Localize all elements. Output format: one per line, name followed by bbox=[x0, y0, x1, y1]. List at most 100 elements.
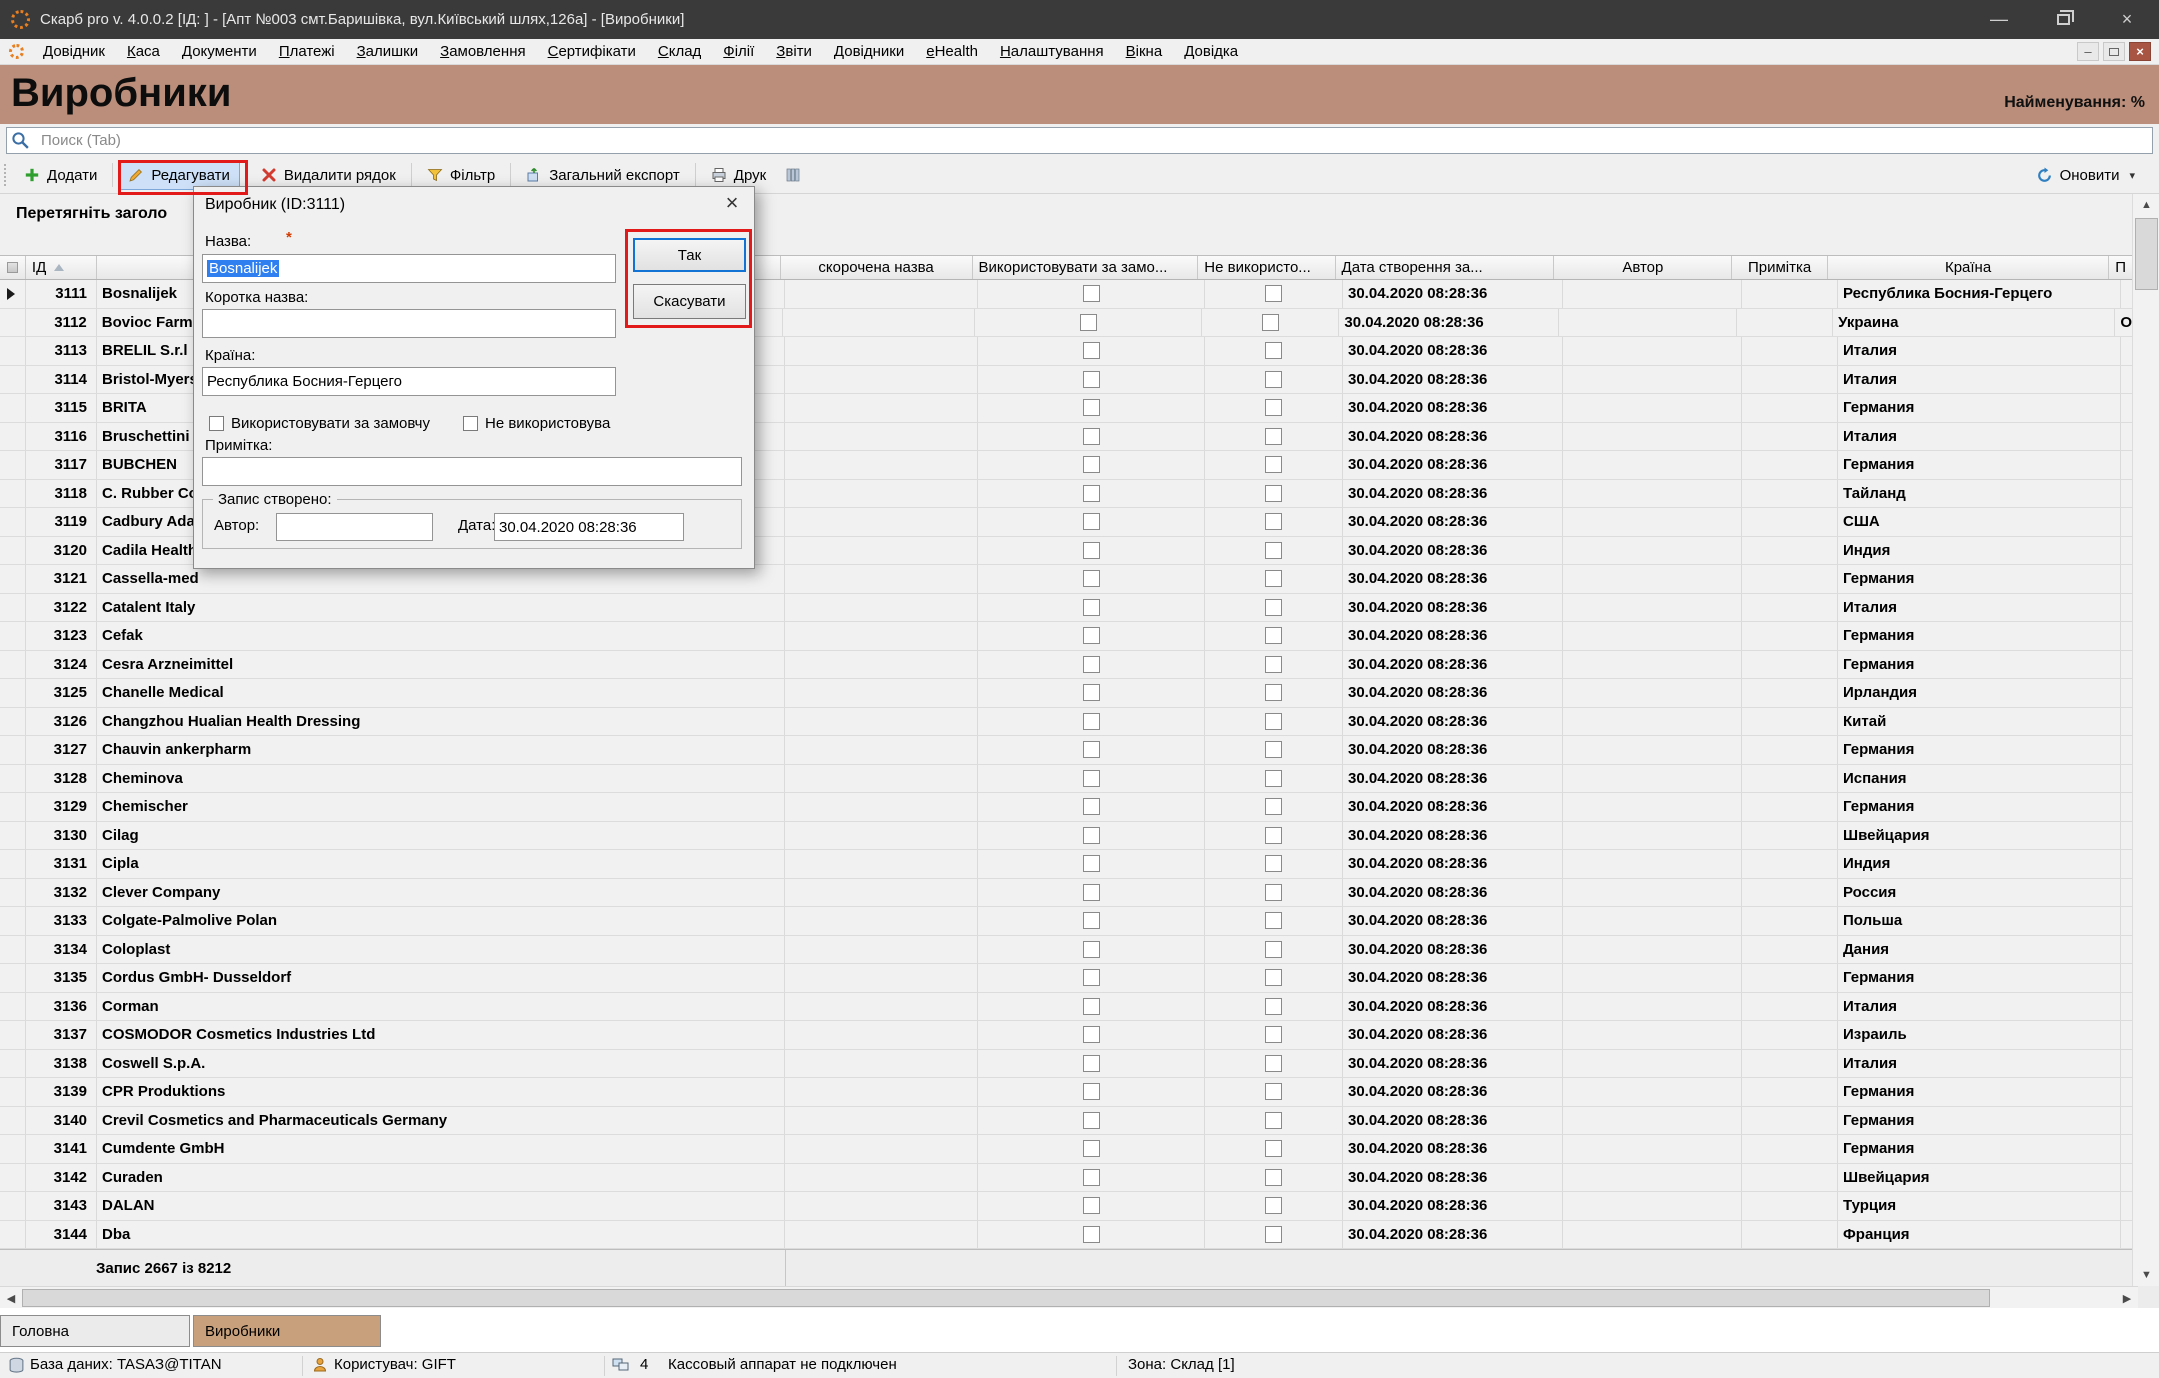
column-header-country[interactable]: Країна bbox=[1828, 256, 2109, 279]
checkbox-icon[interactable] bbox=[1265, 1112, 1282, 1129]
mdi-restore-button[interactable] bbox=[2103, 42, 2125, 61]
checkbox-icon[interactable] bbox=[1083, 855, 1100, 872]
menu-item[interactable]: Налаштування bbox=[989, 39, 1115, 65]
menu-item[interactable]: Залишки bbox=[346, 39, 430, 65]
refresh-button[interactable]: Оновити ▾ bbox=[2026, 160, 2145, 190]
vertical-scrollbar[interactable]: ▲ ▼ bbox=[2132, 194, 2159, 1286]
table-row[interactable]: 3135Cordus GmbH- Dusseldorf30.04.2020 08… bbox=[0, 964, 2132, 993]
menu-item[interactable]: Каса bbox=[116, 39, 171, 65]
checkbox-icon[interactable] bbox=[1083, 371, 1100, 388]
checkbox-icon[interactable] bbox=[1083, 1055, 1100, 1072]
menu-item[interactable]: Довідка bbox=[1173, 39, 1249, 65]
checkbox-icon[interactable] bbox=[1083, 428, 1100, 445]
checkbox-icon[interactable] bbox=[1083, 570, 1100, 587]
minimize-button[interactable]: — bbox=[1967, 0, 2031, 39]
scroll-right-icon[interactable]: ▶ bbox=[2116, 1287, 2138, 1309]
table-row[interactable]: 3127Chauvin ankerpharm30.04.2020 08:28:3… bbox=[0, 736, 2132, 765]
checkbox-icon[interactable] bbox=[1080, 314, 1097, 331]
tab-manufacturers[interactable]: Виробники bbox=[193, 1315, 381, 1347]
menu-item[interactable]: Платежі bbox=[268, 39, 346, 65]
checkbox-icon[interactable] bbox=[1083, 542, 1100, 559]
checkbox-icon[interactable] bbox=[1262, 314, 1279, 331]
search-input[interactable] bbox=[6, 127, 2153, 154]
table-row[interactable]: 3139CPR Produktions30.04.2020 08:28:36Ге… bbox=[0, 1078, 2132, 1107]
mdi-close-button[interactable]: × bbox=[2129, 42, 2151, 61]
menu-item[interactable]: Довідник bbox=[32, 39, 116, 65]
checkbox-icon[interactable] bbox=[1265, 713, 1282, 730]
table-row[interactable]: 3130Cilag30.04.2020 08:28:36Швейцария bbox=[0, 822, 2132, 851]
menu-item[interactable]: Склад bbox=[647, 39, 712, 65]
table-row[interactable]: 3137COSMODOR Cosmetics Industries Ltd30.… bbox=[0, 1021, 2132, 1050]
checkbox-icon[interactable] bbox=[1265, 627, 1282, 644]
checkbox-icon[interactable] bbox=[1083, 884, 1100, 901]
use-default-checkbox[interactable] bbox=[209, 416, 224, 431]
horizontal-scrollbar[interactable]: ◀ ▶ bbox=[0, 1286, 2138, 1308]
scroll-left-icon[interactable]: ◀ bbox=[0, 1287, 22, 1309]
checkbox-icon[interactable] bbox=[1265, 1140, 1282, 1157]
checkbox-icon[interactable] bbox=[1265, 285, 1282, 302]
menu-item[interactable]: Довідники bbox=[823, 39, 915, 65]
checkbox-icon[interactable] bbox=[1083, 627, 1100, 644]
checkbox-icon[interactable] bbox=[1083, 1112, 1100, 1129]
checkbox-icon[interactable] bbox=[1083, 1169, 1100, 1186]
column-header-short-name[interactable]: скорочена назва bbox=[781, 256, 973, 279]
horizontal-scroll-thumb[interactable] bbox=[22, 1289, 1990, 1307]
column-header-id[interactable]: ІД bbox=[26, 256, 97, 279]
cancel-button[interactable]: Скасувати bbox=[633, 284, 746, 319]
menu-item[interactable]: Вікна bbox=[1115, 39, 1174, 65]
menu-item[interactable]: eHealth bbox=[915, 39, 989, 65]
column-header-note[interactable]: Примітка bbox=[1732, 256, 1828, 279]
table-row[interactable]: 3142Curaden30.04.2020 08:28:36Швейцария bbox=[0, 1164, 2132, 1193]
columns-button[interactable] bbox=[776, 160, 810, 190]
tab-home[interactable]: Головна bbox=[0, 1315, 190, 1347]
mdi-minimize-button[interactable]: – bbox=[2077, 42, 2099, 61]
checkbox-icon[interactable] bbox=[1265, 798, 1282, 815]
checkbox-icon[interactable] bbox=[1265, 941, 1282, 958]
checkbox-icon[interactable] bbox=[1265, 342, 1282, 359]
table-row[interactable]: 3132Clever Company30.04.2020 08:28:36Рос… bbox=[0, 879, 2132, 908]
checkbox-icon[interactable] bbox=[1083, 656, 1100, 673]
checkbox-icon[interactable] bbox=[1083, 513, 1100, 530]
checkbox-icon[interactable] bbox=[1265, 656, 1282, 673]
checkbox-icon[interactable] bbox=[1083, 684, 1100, 701]
table-row[interactable]: 3125Chanelle Medical30.04.2020 08:28:36И… bbox=[0, 679, 2132, 708]
menu-item[interactable]: Документи bbox=[171, 39, 268, 65]
table-row[interactable]: 3131Cipla30.04.2020 08:28:36Индия bbox=[0, 850, 2132, 879]
checkbox-icon[interactable] bbox=[1083, 1026, 1100, 1043]
checkbox-icon[interactable] bbox=[1265, 684, 1282, 701]
add-button[interactable]: Додати bbox=[14, 160, 107, 190]
menu-item[interactable]: Замовлення bbox=[429, 39, 536, 65]
table-row[interactable]: 3138Coswell S.p.A.30.04.2020 08:28:36Ита… bbox=[0, 1050, 2132, 1079]
checkbox-icon[interactable] bbox=[1083, 912, 1100, 929]
table-row[interactable]: 3128Cheminova30.04.2020 08:28:36Испания bbox=[0, 765, 2132, 794]
column-header-p[interactable]: П bbox=[2109, 256, 2132, 279]
table-row[interactable]: 3143DALAN30.04.2020 08:28:36Турция bbox=[0, 1192, 2132, 1221]
checkbox-icon[interactable] bbox=[1265, 884, 1282, 901]
checkbox-icon[interactable] bbox=[1265, 1055, 1282, 1072]
checkbox-icon[interactable] bbox=[1265, 1083, 1282, 1100]
table-row[interactable]: 3129Chemischer30.04.2020 08:28:36Германи… bbox=[0, 793, 2132, 822]
menu-item[interactable]: Звіти bbox=[765, 39, 823, 65]
table-row[interactable]: 3134Coloplast30.04.2020 08:28:36Дания bbox=[0, 936, 2132, 965]
checkbox-icon[interactable] bbox=[1083, 342, 1100, 359]
menu-item[interactable]: Сертифікати bbox=[537, 39, 647, 65]
checkbox-icon[interactable] bbox=[1083, 1140, 1100, 1157]
checkbox-icon[interactable] bbox=[1265, 570, 1282, 587]
table-row[interactable]: 3144Dba30.04.2020 08:28:36Франция bbox=[0, 1221, 2132, 1250]
checkbox-icon[interactable] bbox=[1265, 912, 1282, 929]
close-button[interactable]: × bbox=[2095, 0, 2159, 39]
column-header-not-use[interactable]: Не використо... bbox=[1198, 256, 1335, 279]
table-row[interactable]: 3122Catalent Italy30.04.2020 08:28:36Ита… bbox=[0, 594, 2132, 623]
menu-item[interactable]: Філії bbox=[712, 39, 765, 65]
checkbox-icon[interactable] bbox=[1083, 770, 1100, 787]
checkbox-icon[interactable] bbox=[1265, 456, 1282, 473]
short-name-field[interactable] bbox=[202, 309, 616, 338]
table-row[interactable]: 3133Colgate-Palmolive Polan30.04.2020 08… bbox=[0, 907, 2132, 936]
checkbox-icon[interactable] bbox=[1083, 941, 1100, 958]
checkbox-icon[interactable] bbox=[1083, 1083, 1100, 1100]
table-row[interactable]: 3136Corman30.04.2020 08:28:36Италия bbox=[0, 993, 2132, 1022]
checkbox-icon[interactable] bbox=[1083, 1226, 1100, 1243]
ok-button[interactable]: Так bbox=[633, 238, 746, 272]
checkbox-icon[interactable] bbox=[1083, 798, 1100, 815]
scroll-down-icon[interactable]: ▼ bbox=[2133, 1264, 2159, 1286]
